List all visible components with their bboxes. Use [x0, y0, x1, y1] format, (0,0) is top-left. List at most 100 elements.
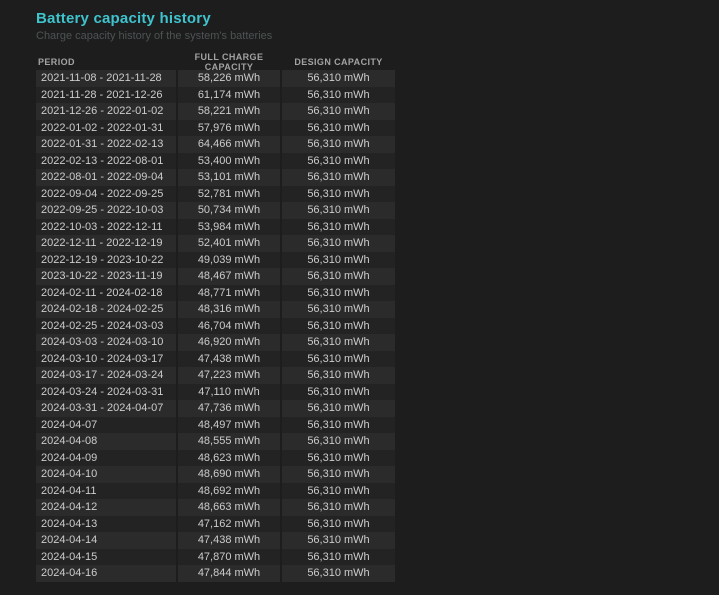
period-cell: 2022-08-01 - 2022-09-04	[36, 169, 176, 186]
table-row: 2022-09-04 - 2022-09-25 52,781 mWh 56,31…	[36, 186, 395, 203]
page-title: Battery capacity history	[36, 9, 719, 28]
design-capacity-cell: 56,310 mWh	[282, 169, 395, 186]
period-cell: 2022-12-19 - 2023-10-22	[36, 252, 176, 269]
table-row: 2021-11-08 - 2021-11-28 58,226 mWh 56,31…	[36, 70, 395, 87]
table-row: 2024-02-25 - 2024-03-03 46,704 mWh 56,31…	[36, 318, 395, 335]
period-cell: 2024-04-13	[36, 516, 176, 533]
table-row: 2024-04-16 47,844 mWh 56,310 mWh	[36, 565, 395, 582]
period-cell: 2022-10-03 - 2022-12-11	[36, 219, 176, 236]
period-cell: 2024-02-11 - 2024-02-18	[36, 285, 176, 302]
design-capacity-cell: 56,310 mWh	[282, 516, 395, 533]
design-capacity-cell: 56,310 mWh	[282, 70, 395, 87]
period-cell: 2024-04-12	[36, 499, 176, 516]
design-capacity-cell: 56,310 mWh	[282, 219, 395, 236]
design-capacity-cell: 56,310 mWh	[282, 334, 395, 351]
period-cell: 2024-03-17 - 2024-03-24	[36, 367, 176, 384]
period-cell: 2022-01-02 - 2022-01-31	[36, 120, 176, 137]
period-cell: 2024-03-31 - 2024-04-07	[36, 400, 176, 417]
table-row: 2024-04-13 47,162 mWh 56,310 mWh	[36, 516, 395, 533]
table-row: 2022-01-31 - 2022-02-13 64,466 mWh 56,31…	[36, 136, 395, 153]
full-charge-cell: 50,734 mWh	[178, 202, 280, 219]
full-charge-cell: 48,497 mWh	[178, 417, 280, 434]
column-header-period: PERIOD	[36, 57, 176, 67]
full-charge-cell: 64,466 mWh	[178, 136, 280, 153]
full-charge-cell: 58,226 mWh	[178, 70, 280, 87]
table-row: 2022-12-11 - 2022-12-19 52,401 mWh 56,31…	[36, 235, 395, 252]
full-charge-cell: 48,692 mWh	[178, 483, 280, 500]
design-capacity-cell: 56,310 mWh	[282, 103, 395, 120]
design-capacity-cell: 56,310 mWh	[282, 400, 395, 417]
design-capacity-cell: 56,310 mWh	[282, 252, 395, 269]
period-cell: 2022-12-11 - 2022-12-19	[36, 235, 176, 252]
full-charge-cell: 48,690 mWh	[178, 466, 280, 483]
design-capacity-cell: 56,310 mWh	[282, 285, 395, 302]
full-charge-cell: 47,438 mWh	[178, 351, 280, 368]
full-charge-cell: 57,976 mWh	[178, 120, 280, 137]
table-row: 2022-01-02 - 2022-01-31 57,976 mWh 56,31…	[36, 120, 395, 137]
full-charge-cell: 49,039 mWh	[178, 252, 280, 269]
design-capacity-cell: 56,310 mWh	[282, 417, 395, 434]
table-row: 2024-04-11 48,692 mWh 56,310 mWh	[36, 483, 395, 500]
full-charge-cell: 48,623 mWh	[178, 450, 280, 467]
period-cell: 2023-10-22 - 2023-11-19	[36, 268, 176, 285]
full-charge-cell: 53,101 mWh	[178, 169, 280, 186]
table-row: 2024-04-07 48,497 mWh 56,310 mWh	[36, 417, 395, 434]
period-cell: 2024-04-14	[36, 532, 176, 549]
period-cell: 2024-03-10 - 2024-03-17	[36, 351, 176, 368]
full-charge-cell: 48,467 mWh	[178, 268, 280, 285]
period-cell: 2022-09-04 - 2022-09-25	[36, 186, 176, 203]
table-row: 2024-03-31 - 2024-04-07 47,736 mWh 56,31…	[36, 400, 395, 417]
table-body: 2021-11-08 - 2021-11-28 58,226 mWh 56,31…	[36, 70, 395, 582]
period-cell: 2021-12-26 - 2022-01-02	[36, 103, 176, 120]
design-capacity-cell: 56,310 mWh	[282, 318, 395, 335]
period-cell: 2024-04-08	[36, 433, 176, 450]
column-header-full-charge-capacity: FULL CHARGE CAPACITY	[178, 52, 280, 72]
design-capacity-cell: 56,310 mWh	[282, 202, 395, 219]
design-capacity-cell: 56,310 mWh	[282, 499, 395, 516]
design-capacity-cell: 56,310 mWh	[282, 136, 395, 153]
capacity-history-table: PERIOD FULL CHARGE CAPACITY DESIGN CAPAC…	[36, 52, 395, 582]
full-charge-cell: 47,844 mWh	[178, 565, 280, 582]
full-charge-cell: 52,401 mWh	[178, 235, 280, 252]
full-charge-cell: 61,174 mWh	[178, 87, 280, 104]
period-cell: 2021-11-08 - 2021-11-28	[36, 70, 176, 87]
design-capacity-cell: 56,310 mWh	[282, 433, 395, 450]
full-charge-cell: 47,438 mWh	[178, 532, 280, 549]
table-row: 2024-04-09 48,623 mWh 56,310 mWh	[36, 450, 395, 467]
design-capacity-cell: 56,310 mWh	[282, 268, 395, 285]
period-cell: 2024-02-18 - 2024-02-25	[36, 301, 176, 318]
period-cell: 2024-04-16	[36, 565, 176, 582]
table-header-row: PERIOD FULL CHARGE CAPACITY DESIGN CAPAC…	[36, 52, 395, 68]
design-capacity-cell: 56,310 mWh	[282, 450, 395, 467]
design-capacity-cell: 56,310 mWh	[282, 153, 395, 170]
table-row: 2022-12-19 - 2023-10-22 49,039 mWh 56,31…	[36, 252, 395, 269]
full-charge-cell: 53,400 mWh	[178, 153, 280, 170]
table-row: 2022-10-03 - 2022-12-11 53,984 mWh 56,31…	[36, 219, 395, 236]
table-row: 2021-11-28 - 2021-12-26 61,174 mWh 56,31…	[36, 87, 395, 104]
design-capacity-cell: 56,310 mWh	[282, 186, 395, 203]
period-cell: 2022-09-25 - 2022-10-03	[36, 202, 176, 219]
table-row: 2024-04-15 47,870 mWh 56,310 mWh	[36, 549, 395, 566]
period-cell: 2021-11-28 - 2021-12-26	[36, 87, 176, 104]
table-row: 2024-03-24 - 2024-03-31 47,110 mWh 56,31…	[36, 384, 395, 401]
design-capacity-cell: 56,310 mWh	[282, 120, 395, 137]
page-subtitle: Charge capacity history of the system's …	[36, 30, 719, 43]
table-row: 2024-04-08 48,555 mWh 56,310 mWh	[36, 433, 395, 450]
period-cell: 2024-03-24 - 2024-03-31	[36, 384, 176, 401]
full-charge-cell: 58,221 mWh	[178, 103, 280, 120]
table-row: 2024-02-18 - 2024-02-25 48,316 mWh 56,31…	[36, 301, 395, 318]
full-charge-cell: 52,781 mWh	[178, 186, 280, 203]
table-row: 2024-04-12 48,663 mWh 56,310 mWh	[36, 499, 395, 516]
table-row: 2024-03-03 - 2024-03-10 46,920 mWh 56,31…	[36, 334, 395, 351]
full-charge-cell: 47,162 mWh	[178, 516, 280, 533]
table-row: 2024-03-17 - 2024-03-24 47,223 mWh 56,31…	[36, 367, 395, 384]
full-charge-cell: 47,110 mWh	[178, 384, 280, 401]
table-row: 2024-04-10 48,690 mWh 56,310 mWh	[36, 466, 395, 483]
full-charge-cell: 48,771 mWh	[178, 285, 280, 302]
full-charge-cell: 47,223 mWh	[178, 367, 280, 384]
design-capacity-cell: 56,310 mWh	[282, 483, 395, 500]
period-cell: 2022-02-13 - 2022-08-01	[36, 153, 176, 170]
full-charge-cell: 48,316 mWh	[178, 301, 280, 318]
table-row: 2024-04-14 47,438 mWh 56,310 mWh	[36, 532, 395, 549]
period-cell: 2024-04-10	[36, 466, 176, 483]
